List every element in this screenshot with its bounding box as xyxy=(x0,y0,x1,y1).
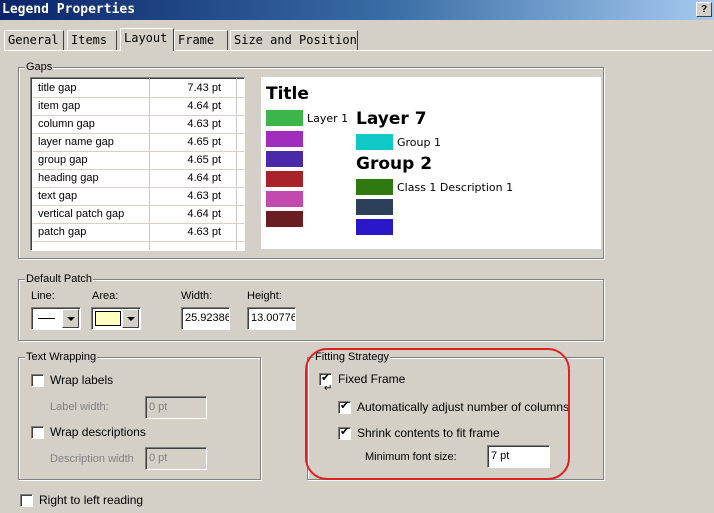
min-font-size-label: Minimum font size: xyxy=(365,451,457,463)
preview-title: Title xyxy=(266,84,309,104)
preview-group1-label: Group 1 xyxy=(397,136,441,149)
line-label: Line: xyxy=(31,290,55,302)
label-width-label: Label width: xyxy=(50,401,109,413)
wrap-labels-checkbox[interactable] xyxy=(31,374,44,387)
auto-columns-label[interactable]: Automatically adjust number of columns xyxy=(357,400,569,414)
preview-layer7-heading: Layer 7 xyxy=(356,109,427,129)
line-style-dropdown[interactable] xyxy=(31,307,81,330)
window-title: Legend Properties xyxy=(2,2,136,17)
legend-patch xyxy=(356,179,393,195)
gap-row[interactable]: group gap 4.65 pt xyxy=(33,152,244,170)
wrap-descriptions-label[interactable]: Wrap descriptions xyxy=(50,425,146,439)
preview-class1-label: Class 1 Description 1 xyxy=(397,181,514,194)
wrap-labels-label[interactable]: Wrap labels xyxy=(50,373,113,387)
patch-height-input[interactable]: 13.00776 xyxy=(247,307,296,330)
legend-patch xyxy=(266,211,303,227)
area-style-dropdown[interactable] xyxy=(91,307,141,330)
gap-row[interactable]: vertical patch gap 4.64 pt xyxy=(33,206,244,224)
legend-preview: Title Layer 1 Layer 7 Group 1 Group 2 Cl… xyxy=(261,77,601,249)
tab-items[interactable]: Items xyxy=(67,30,117,50)
right-to-left-label[interactable]: Right to left reading xyxy=(39,493,143,507)
description-width-label: Description width xyxy=(50,453,134,465)
fixed-frame-label[interactable]: Fixed Frame xyxy=(338,372,405,386)
legend-patch xyxy=(356,199,393,215)
preview-layer1-label: Layer 1 xyxy=(307,112,349,125)
gap-row[interactable]: heading gap 4.64 pt xyxy=(33,170,244,188)
chevron-down-icon[interactable] xyxy=(122,309,139,328)
line-sample xyxy=(38,318,55,319)
preview-group2-heading: Group 2 xyxy=(356,154,433,174)
gap-row[interactable]: layer name gap 4.65 pt xyxy=(33,134,244,152)
text-wrapping-group-label: Text Wrapping xyxy=(25,350,98,364)
title-bar: Legend Properties ? xyxy=(0,0,714,20)
label-width-input: 0 pt xyxy=(145,396,207,419)
return-arrow-icon: ↵ xyxy=(324,383,333,394)
area-color-swatch xyxy=(95,311,121,326)
tab-size-and-position[interactable]: Size and Position xyxy=(230,30,358,50)
gap-row[interactable]: title gap 7.43 pt xyxy=(33,80,244,98)
legend-patch xyxy=(266,131,303,147)
tab-layout[interactable]: Layout xyxy=(120,28,174,51)
legend-patch xyxy=(266,110,303,126)
shrink-contents-checkbox[interactable] xyxy=(338,425,351,440)
gaps-list[interactable]: title gap 7.43 pt item gap 4.64 pt column … xyxy=(30,77,245,251)
legend-patch xyxy=(266,191,303,207)
height-label: Height: xyxy=(247,290,282,302)
default-patch-group-label: Default Patch xyxy=(25,272,94,286)
area-label: Area: xyxy=(92,290,119,302)
min-font-size-input[interactable]: 7 pt xyxy=(487,445,550,468)
gap-row[interactable]: text gap 4.63 pt xyxy=(33,188,244,206)
description-width-input: 0 pt xyxy=(145,447,207,470)
width-label: Width: xyxy=(181,290,213,302)
legend-patch xyxy=(266,171,303,187)
gap-row[interactable]: patch gap 4.63 pt xyxy=(33,224,244,242)
tab-general[interactable]: General xyxy=(4,30,64,50)
fitting-strategy-group-label: Fitting Strategy xyxy=(314,350,390,364)
legend-patch xyxy=(356,134,393,150)
wrap-descriptions-checkbox[interactable] xyxy=(31,426,44,439)
shrink-contents-label[interactable]: Shrink contents to fit frame xyxy=(357,426,500,440)
tab-frame[interactable]: Frame xyxy=(174,30,228,50)
legend-patch xyxy=(356,219,393,235)
gaps-group-label: Gaps xyxy=(25,60,54,74)
gap-row[interactable]: item gap 4.64 pt xyxy=(33,98,244,116)
patch-width-input[interactable]: 25.92386 xyxy=(181,307,230,330)
gap-row[interactable]: column gap 4.63 pt xyxy=(33,116,244,134)
help-button[interactable]: ? xyxy=(696,2,712,17)
right-to-left-checkbox[interactable] xyxy=(20,494,33,507)
auto-columns-checkbox[interactable] xyxy=(338,399,351,414)
legend-patch xyxy=(266,151,303,167)
chevron-down-icon[interactable] xyxy=(62,309,79,328)
